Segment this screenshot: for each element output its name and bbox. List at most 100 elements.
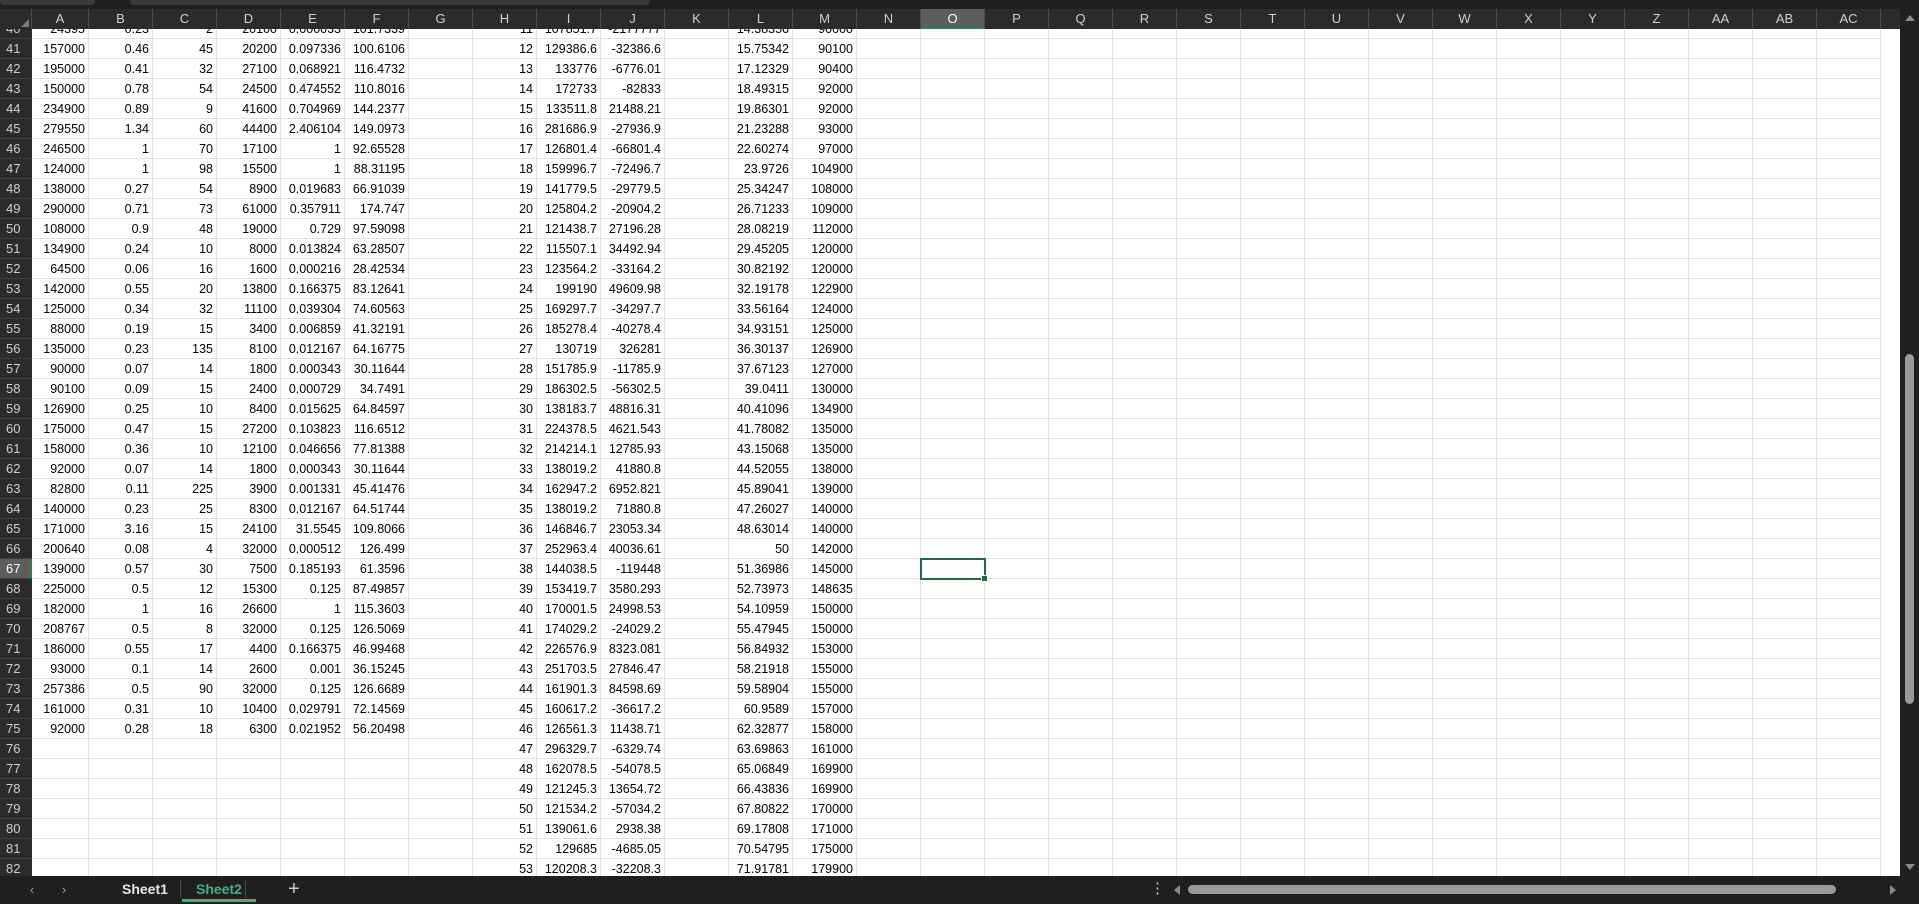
cell-y[interactable] [1561,739,1625,759]
cell-a[interactable] [32,799,89,819]
cell-y[interactable] [1561,539,1625,559]
row-header[interactable]: 52 [0,259,32,279]
cell-h[interactable]: 27 [473,339,537,359]
cell-u[interactable] [1305,799,1369,819]
cell-m[interactable]: 140000 [793,499,857,519]
cell-w[interactable] [1433,99,1497,119]
cell-t[interactable] [1241,719,1305,739]
cell-d[interactable]: 8100 [217,339,281,359]
row-header[interactable]: 55 [0,319,32,339]
row-header[interactable]: 79 [0,799,32,819]
cell-i[interactable]: 130719 [537,339,601,359]
cell-j[interactable]: -36617.2 [601,699,665,719]
column-header-k[interactable]: K [665,9,729,29]
cell-z[interactable] [1625,79,1689,99]
cell-ac[interactable] [1817,559,1881,579]
cell-l[interactable]: 70.54795 [729,839,793,859]
cell-y[interactable] [1561,199,1625,219]
cell-z[interactable] [1625,859,1689,876]
cell-ab[interactable] [1753,29,1817,39]
cell-a[interactable]: 134900 [32,239,89,259]
cell-p[interactable] [985,379,1049,399]
row-header[interactable]: 61 [0,439,32,459]
cell-e[interactable]: 0.068921 [281,59,345,79]
cell-aa[interactable] [1689,779,1753,799]
cell-a[interactable] [32,739,89,759]
cell-o[interactable] [921,499,985,519]
cell-e[interactable]: 0.029791 [281,699,345,719]
cell-d[interactable]: 1800 [217,459,281,479]
cell-a[interactable]: 225000 [32,579,89,599]
cell-c[interactable]: 4 [153,539,217,559]
cell-w[interactable] [1433,219,1497,239]
cell-j[interactable]: 12785.93 [601,439,665,459]
cell-g[interactable] [409,299,473,319]
cell-e[interactable]: 0.103823 [281,419,345,439]
cell-ac[interactable] [1817,99,1881,119]
cell-s[interactable] [1177,539,1241,559]
cell-aa[interactable] [1689,29,1753,39]
cell-u[interactable] [1305,179,1369,199]
cell-g[interactable] [409,59,473,79]
cell-e[interactable]: 0.006859 [281,319,345,339]
cell-ac[interactable] [1817,199,1881,219]
cell-t[interactable] [1241,659,1305,679]
cell-v[interactable] [1369,39,1433,59]
cell-f[interactable]: 126.6689 [345,679,409,699]
cell-l[interactable]: 14.38356 [729,29,793,39]
cell-n[interactable] [857,119,921,139]
cell-b[interactable]: 1 [89,139,153,159]
cell-h[interactable]: 22 [473,239,537,259]
cell-j[interactable]: -20904.2 [601,199,665,219]
cell-f[interactable]: 174.747 [345,199,409,219]
cell-b[interactable]: 3.16 [89,519,153,539]
cell-e[interactable]: 1 [281,159,345,179]
column-header-g[interactable]: G [409,9,473,29]
cell-z[interactable] [1625,379,1689,399]
cell-ab[interactable] [1753,839,1817,859]
cell-p[interactable] [985,339,1049,359]
cell-e[interactable]: 0.000512 [281,539,345,559]
row-header[interactable]: 65 [0,519,32,539]
cell-aa[interactable] [1689,299,1753,319]
cell-z[interactable] [1625,539,1689,559]
cell-z[interactable] [1625,619,1689,639]
cell-p[interactable] [985,719,1049,739]
cell-h[interactable]: 24 [473,279,537,299]
cell-z[interactable] [1625,499,1689,519]
cell-q[interactable] [1049,559,1113,579]
cell-j[interactable]: -32208.3 [601,859,665,876]
cell-i[interactable]: 174029.2 [537,619,601,639]
cell-p[interactable] [985,659,1049,679]
cell-ab[interactable] [1753,79,1817,99]
cell-y[interactable] [1561,399,1625,419]
cell-r[interactable] [1113,519,1177,539]
cell-z[interactable] [1625,279,1689,299]
cell-x[interactable] [1497,179,1561,199]
cell-b[interactable] [89,819,153,839]
cell-m[interactable]: 135000 [793,439,857,459]
cell-m[interactable]: 130000 [793,379,857,399]
cell-n[interactable] [857,29,921,39]
cell-q[interactable] [1049,759,1113,779]
row-header[interactable]: 67 [0,559,32,579]
cell-ac[interactable] [1817,119,1881,139]
cell-s[interactable] [1177,819,1241,839]
cell-a[interactable] [32,839,89,859]
cell-q[interactable] [1049,479,1113,499]
cell-ab[interactable] [1753,499,1817,519]
cell-k[interactable] [665,29,729,39]
cell-e[interactable]: 0.125 [281,679,345,699]
cell-a[interactable]: 257386 [32,679,89,699]
cell-s[interactable] [1177,419,1241,439]
cell-v[interactable] [1369,399,1433,419]
cell-u[interactable] [1305,199,1369,219]
cell-k[interactable] [665,539,729,559]
cell-a[interactable]: 140000 [32,499,89,519]
cell-n[interactable] [857,579,921,599]
cell-g[interactable] [409,99,473,119]
row-header[interactable]: 40 [0,29,32,39]
cell-h[interactable]: 38 [473,559,537,579]
cell-s[interactable] [1177,499,1241,519]
cell-q[interactable] [1049,59,1113,79]
